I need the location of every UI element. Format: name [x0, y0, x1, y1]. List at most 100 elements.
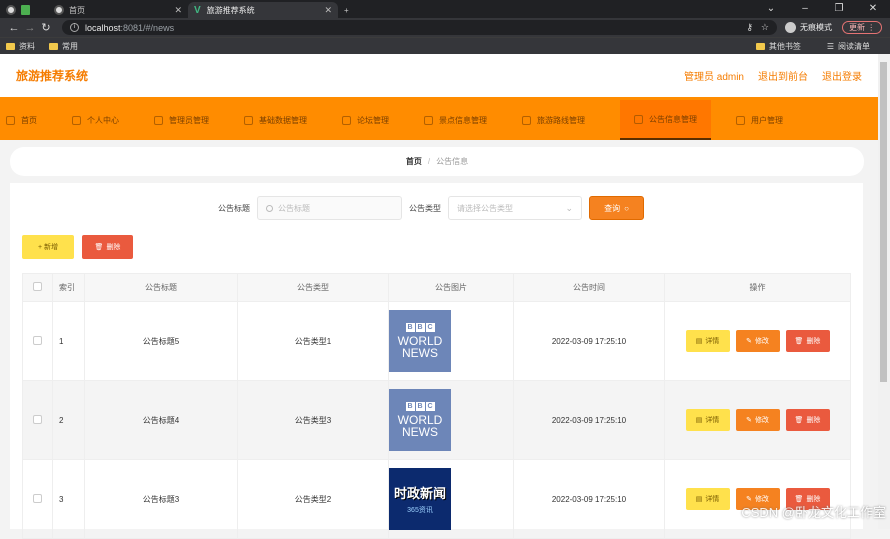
menu-item-base-data[interactable]: 基础数据管理	[244, 100, 307, 140]
notice-table: 索引 公告标题 公告类型 公告图片 公告时间 操作 1 公告标题5 公告类型1	[22, 273, 851, 539]
select-all-header[interactable]	[23, 274, 53, 302]
reading-list[interactable]: ☰阅读清单	[827, 41, 870, 52]
tab-search-icon[interactable]: ⌄	[754, 0, 788, 18]
tab-label: 首页	[69, 5, 85, 16]
col-index: 索引	[53, 274, 85, 302]
bookmarks-bar: 资料 常用 其他书签 ☰阅读清单	[0, 37, 890, 54]
edit-button[interactable]: ✎修改	[736, 330, 780, 352]
row-select[interactable]	[23, 302, 53, 381]
update-button[interactable]: 更新 ⋮	[842, 21, 882, 34]
menu-item-users[interactable]: 用户管理	[736, 100, 783, 140]
delete-label: 删除	[106, 242, 120, 252]
star-icon[interactable]: ☆	[761, 22, 769, 33]
row-index: 1	[53, 302, 85, 381]
other-bookmarks[interactable]: 其他书签	[756, 41, 801, 52]
close-window-icon[interactable]: ✕	[856, 0, 890, 18]
type-label: 公告类型	[409, 203, 441, 214]
politics-news-image[interactable]: 时政新闻 365资讯	[389, 468, 451, 530]
row-select[interactable]	[23, 460, 53, 539]
chevron-down-icon: ⌄	[565, 203, 573, 214]
csdn-watermark: CSDN @卧龙文化工作室	[741, 502, 886, 521]
menu-item-forum[interactable]: 论坛管理	[342, 100, 389, 140]
row-checkbox[interactable]	[33, 494, 42, 503]
edit-label: 修改	[755, 336, 769, 346]
bookmark-folder[interactable]: 常用	[49, 41, 78, 52]
content-card: 公告标题 公告标题 公告类型 请选择公告类型 ⌄ 查询 ○ + 新增 🗑删除 索…	[10, 183, 863, 529]
edit-button[interactable]: ✎修改	[736, 409, 780, 431]
type-select[interactable]: 请选择公告类型 ⌄	[448, 196, 582, 220]
incognito-profile[interactable]: 无痕模式	[785, 22, 832, 33]
bookmark-label: 常用	[62, 41, 78, 52]
back-icon[interactable]: ←	[6, 22, 22, 34]
restore-icon[interactable]: ❐	[822, 0, 856, 18]
update-label: 更新	[849, 23, 865, 32]
bookmark-label: 资料	[19, 41, 35, 52]
plus-icon: +	[344, 6, 349, 15]
image-text: NEWS	[402, 426, 438, 438]
url-path: :8081/#/news	[121, 23, 175, 33]
browser-tab-1[interactable]	[0, 2, 48, 18]
row-image-cell: 时政新闻 365资讯	[389, 460, 514, 539]
url-field[interactable]: i localhost:8081/#/news ⚷ ☆	[62, 20, 777, 35]
delete-button[interactable]: 🗑删除	[786, 330, 830, 352]
users-icon	[736, 116, 745, 125]
menu-item-admin[interactable]: 管理员管理	[154, 100, 209, 140]
row-type: 公告类型1	[238, 302, 389, 381]
detail-button[interactable]: ▤详情	[686, 409, 730, 431]
bbc-news-image[interactable]: BBC WORLD NEWS	[389, 389, 451, 451]
close-icon[interactable]: ✕	[324, 5, 332, 16]
row-checkbox[interactable]	[33, 415, 42, 424]
menu-item-home[interactable]: 首页	[6, 100, 37, 140]
bbc-news-image[interactable]: BBC WORLD NEWS	[389, 310, 451, 372]
image-text: 时政新闻	[394, 483, 446, 502]
batch-delete-button[interactable]: 🗑删除	[82, 235, 133, 259]
query-button[interactable]: 查询 ○	[589, 196, 644, 220]
globe-icon	[6, 5, 16, 15]
select-all-checkbox[interactable]	[33, 282, 42, 291]
bookmark-folder[interactable]: 资料	[6, 41, 35, 52]
reload-icon[interactable]: ↻	[38, 21, 54, 34]
row-time: 2022-03-09 17:25:10	[514, 302, 665, 381]
minimize-icon[interactable]: –	[788, 0, 822, 18]
detail-button[interactable]: ▤详情	[686, 330, 730, 352]
menu-item-personal[interactable]: 个人中心	[72, 100, 119, 140]
table-row: 2 公告标题4 公告类型3 BBC WORLD NEWS 2022-03-09 …	[23, 381, 851, 460]
detail-label: 详情	[705, 415, 719, 425]
back-to-front-link[interactable]: 退出到前台	[758, 68, 808, 83]
row-title: 公告标题5	[85, 302, 238, 381]
row-checkbox[interactable]	[33, 336, 42, 345]
row-index: 2	[53, 381, 85, 460]
add-button[interactable]: + 新增	[22, 235, 74, 259]
trash-icon: 🗑	[795, 337, 804, 345]
logout-link[interactable]: 退出登录	[822, 68, 862, 83]
bbc-letter: C	[426, 402, 435, 411]
info-icon[interactable]: i	[70, 23, 79, 32]
doc-icon: ▤	[696, 495, 703, 503]
breadcrumb-home[interactable]: 首页	[406, 156, 422, 167]
detail-label: 详情	[705, 494, 719, 504]
page-scrollbar[interactable]	[878, 54, 890, 529]
new-tab-button[interactable]: +	[338, 2, 358, 18]
chart-icon	[424, 116, 433, 125]
delete-button[interactable]: 🗑删除	[786, 409, 830, 431]
row-type: 公告类型3	[238, 381, 389, 460]
close-icon[interactable]: ✕	[174, 5, 182, 16]
menu-item-scenic[interactable]: 景点信息管理	[424, 100, 487, 140]
scrollbar-thumb[interactable]	[880, 62, 887, 382]
forward-icon[interactable]: →	[22, 22, 38, 34]
row-select[interactable]	[23, 381, 53, 460]
menu-item-route[interactable]: 旅游路线管理	[522, 100, 585, 140]
menu-label: 用户管理	[751, 115, 783, 126]
title-search-input[interactable]: 公告标题	[257, 196, 402, 220]
menu-label: 论坛管理	[357, 115, 389, 126]
detail-button[interactable]: ▤详情	[686, 488, 730, 510]
folder-icon	[6, 43, 15, 50]
menu-item-notice[interactable]: 公告信息管理	[620, 100, 711, 140]
menu-label: 公告信息管理	[649, 114, 697, 125]
key-icon[interactable]: ⚷	[746, 22, 753, 33]
browser-tab-3[interactable]: V 旅游推荐系统 ✕	[188, 2, 338, 18]
browser-tab-2[interactable]: 首页 ✕	[48, 2, 188, 18]
bbc-letter: B	[406, 402, 415, 411]
row-image-cell: BBC WORLD NEWS	[389, 381, 514, 460]
pencil-icon: ✎	[746, 416, 752, 424]
